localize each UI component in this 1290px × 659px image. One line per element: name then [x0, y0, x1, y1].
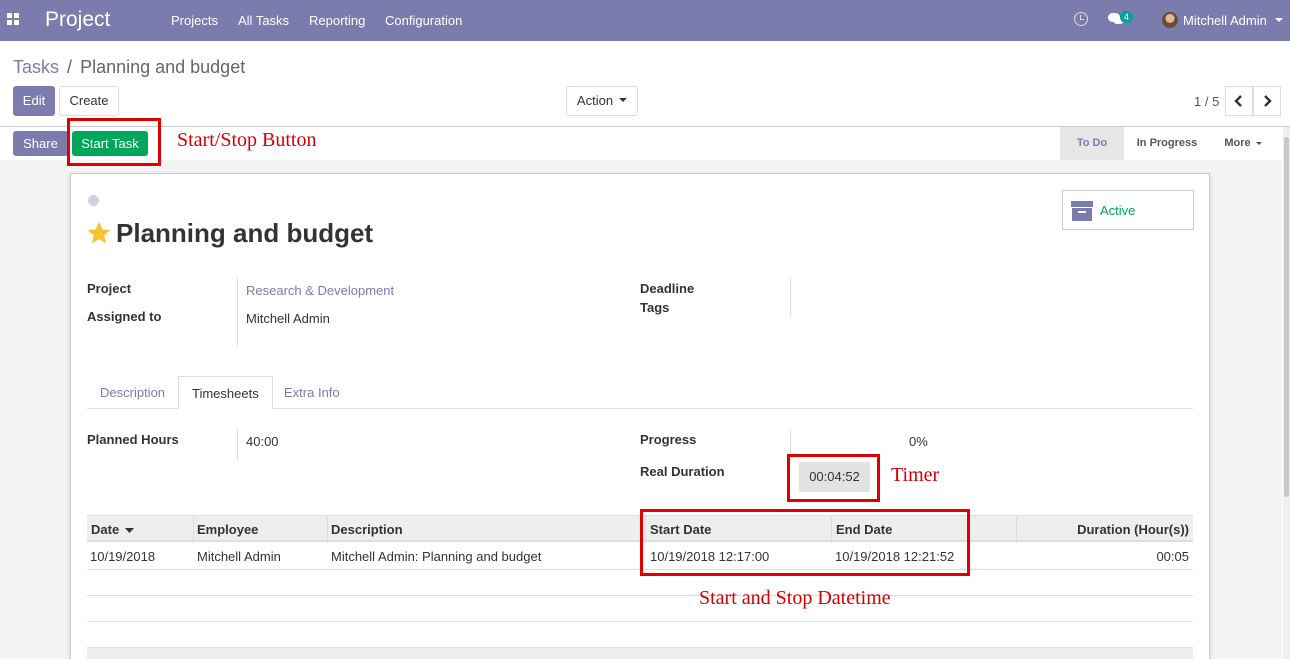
stage-todo[interactable]: To Do [1060, 127, 1124, 160]
menu-projects[interactable]: Projects [171, 13, 218, 28]
tags-label: Tags [640, 300, 670, 315]
tab-timesheets[interactable]: Timesheets [178, 376, 273, 409]
field-divider [790, 429, 791, 455]
stage-in-progress[interactable]: In Progress [1124, 127, 1210, 160]
column-employee[interactable]: Employee [197, 522, 258, 537]
breadcrumb-current: Planning and budget [80, 57, 246, 77]
column-date[interactable]: Date [91, 522, 135, 537]
edit-button[interactable]: Edit [13, 86, 55, 116]
real-duration-label: Real Duration [640, 464, 725, 479]
apps-menu-icon[interactable] [7, 13, 19, 25]
sort-down-icon [125, 527, 135, 533]
field-divider [237, 429, 238, 461]
create-button[interactable]: Create [59, 86, 119, 116]
messages-count-badge: 4 [1120, 11, 1134, 23]
cell-duration: 00:05 [1156, 549, 1189, 564]
progress-label: Progress [640, 432, 697, 447]
pager-next-button[interactable] [1253, 86, 1281, 116]
annotation-start-stop-button: Start/Stop Button [177, 129, 317, 151]
annotation-box-start-stop [67, 118, 161, 166]
cell-date: 10/19/2018 [90, 549, 156, 564]
deadline-label: Deadline [640, 281, 695, 296]
pager-previous-button[interactable] [1225, 86, 1253, 116]
tab-description[interactable]: Description [87, 376, 178, 409]
table-empty-row [87, 595, 1193, 596]
project-label: Project [87, 281, 132, 296]
menu-all-tasks[interactable]: All Tasks [238, 13, 289, 28]
table-footer [87, 647, 1193, 659]
breadcrumb-tasks[interactable]: Tasks [13, 57, 59, 77]
field-divider [790, 278, 791, 316]
activity-clock-icon[interactable] [1074, 12, 1088, 26]
chevron-down-icon [619, 97, 628, 102]
project-value[interactable]: Research & Development [246, 283, 394, 298]
annotation-box-timer [787, 454, 880, 502]
user-avatar[interactable] [1162, 12, 1178, 28]
cell-description: Mitchell Admin: Planning and budget [331, 549, 542, 564]
column-description[interactable]: Description [331, 522, 403, 537]
scrollbar[interactable] [1283, 127, 1290, 659]
active-label: Active [1100, 203, 1136, 218]
star-icon[interactable] [86, 220, 112, 246]
action-label: Action [576, 93, 614, 108]
app-title: Project [45, 8, 111, 31]
planned-hours-label: Planned Hours [87, 432, 179, 447]
column-separator [327, 516, 328, 543]
annotation-start-stop-datetime: Start and Stop Datetime [699, 587, 891, 609]
task-title: Planning and budget [116, 218, 374, 248]
stage-bar: To Do In Progress More [1060, 127, 1290, 160]
pager-value: 1 / 5 [1194, 94, 1220, 109]
top-navbar: Project Projects All Tasks Reporting Con… [0, 0, 1290, 41]
chevron-left-icon [1234, 95, 1242, 107]
cell-employee: Mitchell Admin [197, 549, 281, 564]
progress-value: 0% [909, 434, 928, 449]
annotation-box-datetime [640, 509, 970, 576]
menu-reporting[interactable]: Reporting [309, 13, 365, 28]
field-divider [237, 278, 238, 346]
action-dropdown[interactable]: Action [566, 86, 638, 116]
breadcrumb: Tasks / Planning and budget [13, 57, 245, 78]
menu-configuration[interactable]: Configuration [385, 13, 462, 28]
share-button[interactable]: Share [13, 131, 68, 156]
kanban-state-icon[interactable] [88, 195, 99, 206]
planned-hours-value[interactable]: 40:00 [246, 434, 279, 449]
active-toggle-button[interactable]: Active [1062, 190, 1194, 230]
column-duration[interactable]: Duration (Hour(s)) [1077, 522, 1189, 537]
tab-extra-info[interactable]: Extra Info [271, 376, 353, 409]
chevron-down-icon [1255, 141, 1262, 145]
user-menu[interactable]: Mitchell Admin [1183, 13, 1267, 28]
scrollbar-thumb[interactable] [1284, 137, 1289, 497]
column-date-label: Date [91, 522, 120, 537]
table-empty-row [87, 621, 1193, 622]
assigned-value[interactable]: Mitchell Admin [246, 311, 330, 326]
chevron-right-icon [1264, 95, 1272, 107]
column-separator [1016, 516, 1017, 543]
annotation-timer: Timer [891, 464, 940, 486]
user-caret-icon[interactable] [1275, 18, 1283, 22]
breadcrumb-separator: / [67, 57, 73, 77]
assigned-label: Assigned to [87, 309, 162, 324]
stage-more[interactable]: More [1210, 127, 1276, 160]
column-separator [193, 516, 194, 543]
archive-icon [1071, 201, 1093, 221]
stage-more-label: More [1224, 137, 1251, 149]
